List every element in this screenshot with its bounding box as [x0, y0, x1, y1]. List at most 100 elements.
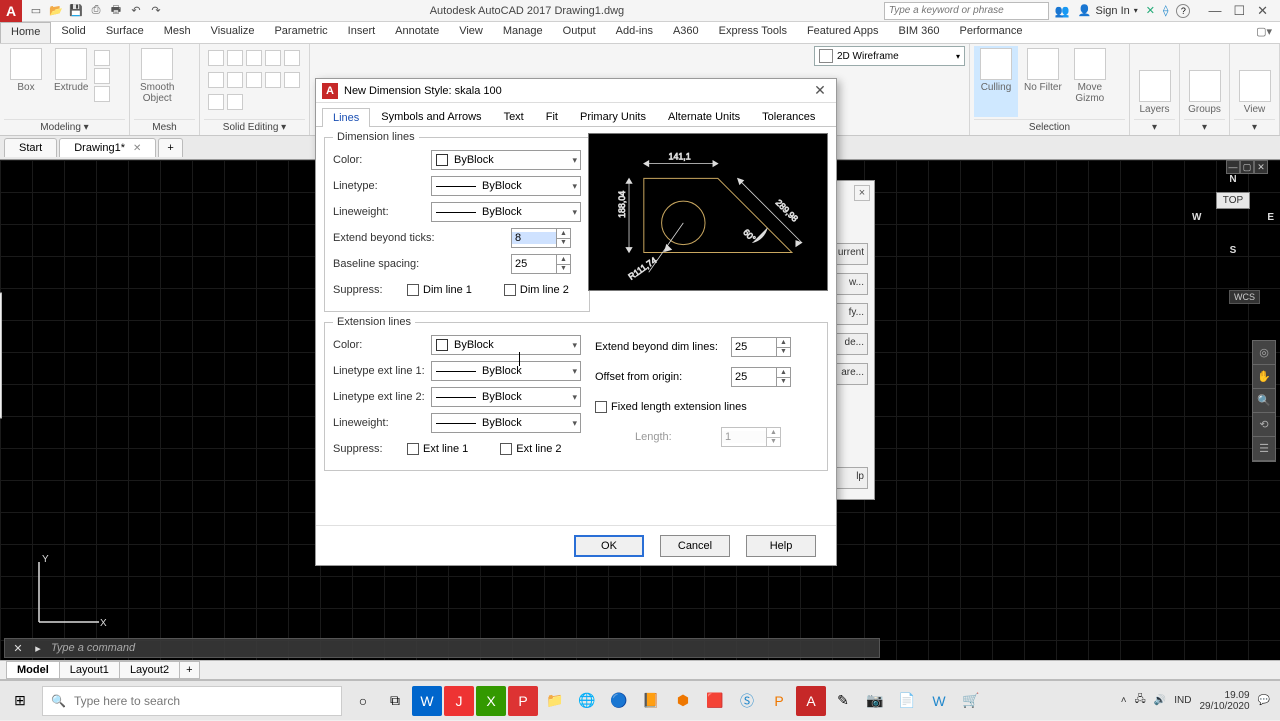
app-logo[interactable]: A: [0, 0, 22, 22]
app-icon[interactable]: W: [412, 686, 442, 716]
app-icon[interactable]: 📷: [860, 686, 890, 716]
autocad-icon[interactable]: A: [796, 686, 826, 716]
ribbon-tab-annotate[interactable]: Annotate: [385, 22, 449, 43]
tool-icon[interactable]: [227, 94, 243, 110]
doctab-new[interactable]: +: [158, 138, 182, 157]
cortana-icon[interactable]: ○: [348, 686, 378, 716]
nav-zoom-icon[interactable]: 🔍: [1253, 389, 1275, 413]
new-button[interactable]: w...: [834, 273, 868, 295]
ext-color-select[interactable]: ByBlock: [431, 335, 581, 355]
taskview-icon[interactable]: ⧉: [380, 686, 410, 716]
tab-tolerances[interactable]: Tolerances: [751, 107, 826, 126]
nav-wheel-icon[interactable]: ◎: [1253, 341, 1275, 365]
tab-symbols[interactable]: Symbols and Arrows: [370, 107, 492, 126]
tool-icon[interactable]: [208, 72, 224, 88]
extend-input[interactable]: [512, 232, 556, 244]
tray-up-icon[interactable]: ˄: [1121, 695, 1127, 706]
ribbon-collapse-icon[interactable]: ▢▾: [1248, 22, 1280, 43]
saveas-icon[interactable]: ⎙: [88, 3, 104, 19]
app-icon[interactable]: 📁: [540, 686, 570, 716]
linetype-select[interactable]: ByBlock: [431, 176, 581, 196]
cancel-button[interactable]: Cancel: [660, 535, 730, 557]
app-icon[interactable]: P: [764, 686, 794, 716]
command-line[interactable]: ✕ ▸ Type a command: [4, 638, 880, 658]
tab-fit[interactable]: Fit: [535, 107, 569, 126]
ribbon-tab-home[interactable]: Home: [0, 22, 51, 43]
tool-icon[interactable]: [227, 72, 243, 88]
app-icon[interactable]: W: [924, 686, 954, 716]
dialog-title-bar[interactable]: A New Dimension Style: skala 100 ✕: [316, 79, 836, 103]
offset-input[interactable]: [732, 371, 776, 383]
compare-button[interactable]: are...: [834, 363, 868, 385]
start-button[interactable]: ⊞: [0, 681, 40, 721]
minimize-button[interactable]: —: [1208, 3, 1221, 19]
app-icon[interactable]: ⬢: [668, 686, 698, 716]
app-icon[interactable]: ✎: [828, 686, 858, 716]
viewcube-w[interactable]: W: [1192, 212, 1201, 223]
fixed-length-checkbox[interactable]: Fixed length extension lines: [595, 401, 747, 413]
culling-button[interactable]: Culling: [974, 46, 1018, 117]
override-button[interactable]: de...: [834, 333, 868, 355]
ribbon-tab-bim360[interactable]: BIM 360: [889, 22, 950, 43]
extend-spinner[interactable]: ▲▼: [511, 228, 571, 248]
app-icon[interactable]: 🛒: [956, 686, 986, 716]
help-icon[interactable]: ?: [1176, 4, 1190, 18]
tool-icon[interactable]: [265, 72, 281, 88]
a360-icon[interactable]: ⟠: [1163, 4, 1168, 17]
visual-style-select[interactable]: 2D Wireframe ▾: [814, 46, 965, 66]
viewcube[interactable]: N W TOP E S: [1198, 174, 1268, 274]
layout-add[interactable]: +: [179, 661, 199, 679]
tool-icon[interactable]: [284, 50, 300, 66]
ribbon-tab-a360[interactable]: A360: [663, 22, 709, 43]
ribbon-tab-output[interactable]: Output: [553, 22, 606, 43]
panel-close-icon[interactable]: ✕: [1254, 160, 1268, 174]
viewcube-s[interactable]: S: [1230, 245, 1237, 256]
chrome-icon[interactable]: 🔵: [604, 686, 634, 716]
app-icon[interactable]: Ⓢ: [732, 686, 762, 716]
spin-up-icon[interactable]: ▲: [557, 229, 570, 239]
ribbon-tab-express[interactable]: Express Tools: [709, 22, 797, 43]
wcs-label[interactable]: WCS: [1229, 290, 1260, 304]
exchange-icon[interactable]: ✕: [1146, 4, 1155, 17]
tab-primary[interactable]: Primary Units: [569, 107, 657, 126]
cmd-close-icon[interactable]: ✕: [11, 642, 25, 655]
app-icon[interactable]: 📙: [636, 686, 666, 716]
help-search-input[interactable]: [884, 2, 1049, 20]
nav-orbit-icon[interactable]: ⟲: [1253, 413, 1275, 437]
layers-button[interactable]: Layers: [1134, 68, 1175, 117]
ribbon-tab-performance[interactable]: Performance: [949, 22, 1032, 43]
layout-model[interactable]: Model: [6, 661, 60, 679]
help-button[interactable]: Help: [746, 535, 816, 557]
ribbon-tab-parametric[interactable]: Parametric: [264, 22, 337, 43]
windows-search[interactable]: 🔍Type here to search: [42, 686, 342, 716]
view-button[interactable]: View: [1234, 68, 1275, 117]
tool-icon[interactable]: [265, 50, 281, 66]
tab-text[interactable]: Text: [493, 107, 535, 126]
viewcube-e[interactable]: E: [1267, 212, 1274, 223]
modify-button[interactable]: fy...: [834, 303, 868, 325]
layout-1[interactable]: Layout1: [59, 661, 120, 679]
help2-button[interactable]: lp: [834, 467, 868, 489]
tool-icon[interactable]: [94, 50, 110, 66]
extline1-checkbox[interactable]: Ext line 1: [407, 443, 468, 455]
sign-in-button[interactable]: 👤Sign In▾: [1078, 4, 1138, 17]
offset-spinner[interactable]: ▲▼: [731, 367, 791, 387]
app-icon[interactable]: 📄: [892, 686, 922, 716]
ribbon-tab-visualize[interactable]: Visualize: [201, 22, 265, 43]
panel-min-icon[interactable]: —: [1226, 160, 1240, 174]
gizmo-button[interactable]: Move Gizmo: [1068, 46, 1112, 117]
spin-up-icon[interactable]: ▲: [557, 255, 570, 265]
spin-down-icon[interactable]: ▼: [777, 348, 790, 357]
print-icon[interactable]: 🖶: [108, 3, 124, 19]
render-presets-tab[interactable]: Render Presets Manager: [0, 293, 2, 419]
redo-icon[interactable]: ↷: [148, 3, 164, 19]
viewcube-n[interactable]: N: [1229, 174, 1236, 185]
panel-label[interactable]: Mesh: [134, 119, 195, 133]
cmd-opts-icon[interactable]: ▸: [31, 642, 45, 655]
tool-icon[interactable]: [94, 86, 110, 102]
tray-vol-icon[interactable]: 🔊: [1154, 695, 1166, 706]
undo-icon[interactable]: ↶: [128, 3, 144, 19]
tool-icon[interactable]: [227, 50, 243, 66]
maximize-button[interactable]: ☐: [1233, 3, 1245, 19]
panel-label[interactable]: Solid Editing ▾: [204, 119, 305, 133]
